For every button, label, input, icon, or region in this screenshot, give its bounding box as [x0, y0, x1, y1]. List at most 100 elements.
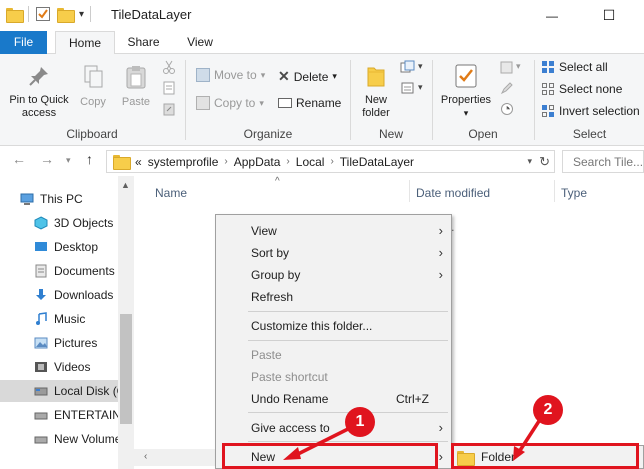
submenu-arrow-icon: ›	[438, 267, 443, 282]
copy-to-icon	[196, 96, 210, 110]
organize-group-label: Organize	[243, 127, 293, 141]
properties-button[interactable]: Properties ▾	[438, 62, 494, 120]
context-menu: View › Sort by › Group by › Refresh Customi…	[215, 214, 452, 469]
new-item-icon[interactable]	[400, 60, 416, 74]
move-to-button[interactable]: Move to ▾	[196, 68, 265, 82]
maximize-button[interactable]: ☐	[586, 0, 632, 31]
scroll-up-icon[interactable]: ▲	[121, 180, 130, 190]
delete-x-icon: ✕	[278, 68, 290, 84]
menu-item-sort-by[interactable]: Sort by ›	[216, 242, 451, 264]
select-all-icon	[542, 61, 554, 73]
breadcrumb-item[interactable]: TileDataLayer	[340, 155, 414, 169]
column-divider[interactable]	[554, 180, 555, 202]
undo-shortcut-text: Ctrl+Z	[396, 392, 429, 406]
history-icon[interactable]	[500, 102, 514, 116]
folder-icon	[6, 7, 24, 23]
breadcrumb-chevron-icon[interactable]: ›	[224, 156, 227, 167]
copy-path-icon[interactable]	[162, 81, 176, 95]
scrollbar-thumb[interactable]	[120, 314, 132, 424]
column-header-type[interactable]: Type	[561, 186, 587, 200]
refresh-icon[interactable]: ↻	[539, 154, 550, 170]
breadcrumb-item[interactable]: Local	[296, 155, 325, 169]
search-box[interactable]: Search Tile...	[562, 150, 644, 173]
menu-item-refresh[interactable]: Refresh	[216, 286, 451, 308]
address-dropdown-icon[interactable]: ▾	[527, 156, 532, 167]
submenu-arrow-icon: ›	[438, 245, 443, 260]
copy-to-button[interactable]: Copy to ▾	[196, 96, 264, 110]
new-folder-label-line2: folder	[362, 107, 390, 119]
menu-item-give-access-to[interactable]: Give access to ›	[216, 417, 451, 439]
easy-access-dropdown-icon[interactable]: ▾	[418, 82, 423, 93]
desktop-icon	[35, 242, 47, 251]
cube-icon	[34, 216, 48, 230]
new-group-label: New	[378, 127, 403, 141]
paste-clipboard-icon	[126, 66, 146, 89]
menu-item-paste: Paste	[251, 348, 282, 362]
paste-label: Paste	[121, 96, 151, 108]
documents-icon	[35, 264, 47, 278]
nav-pane-scrollbar[interactable]: ▲	[118, 176, 134, 469]
submenu-arrow-icon: ›	[438, 449, 443, 464]
properties-check-icon[interactable]	[35, 6, 51, 22]
highlight-new-menu-item	[222, 443, 438, 469]
invert-selection-button[interactable]: Invert selection	[541, 104, 640, 118]
new-folder-icon[interactable]	[57, 7, 75, 23]
menu-item-view[interactable]: View ›	[216, 220, 451, 242]
select-none-button[interactable]: Select none	[541, 82, 622, 96]
edit-icon[interactable]	[500, 81, 514, 95]
column-divider[interactable]	[409, 180, 410, 202]
address-bar[interactable]: « systemprofile › AppData › Local › Tile…	[106, 150, 555, 173]
select-group-label: Select	[572, 127, 607, 141]
copy-icon	[84, 65, 103, 88]
pin-label-line2: access	[21, 107, 57, 119]
sort-caret-icon: ^	[275, 176, 280, 187]
up-arrow-icon[interactable]: ↑	[86, 151, 93, 167]
menu-item-customize-folder[interactable]: Customize this folder...	[216, 315, 451, 337]
select-all-button[interactable]: Select all	[541, 60, 608, 74]
breadcrumb-item[interactable]: systemprofile	[148, 155, 219, 169]
nav-item-local-disk[interactable]: Local Disk (C	[0, 380, 118, 402]
open-group-label: Open	[468, 127, 498, 141]
title-bar: ▾ TileDataLayer — ☐	[0, 0, 644, 31]
pin-icon	[29, 67, 48, 86]
copy-button[interactable]: Copy	[76, 64, 110, 109]
tab-view[interactable]: View	[180, 31, 220, 54]
pin-to-quick-access-button[interactable]: Pin to Quick access	[4, 64, 74, 120]
tab-home[interactable]: Home	[55, 31, 115, 55]
paste-shortcut-icon[interactable]	[162, 102, 176, 116]
delete-button[interactable]: ✕ Delete ▾	[278, 68, 337, 85]
pin-label-line1: Pin to Quick	[9, 94, 69, 106]
breadcrumb-overflow[interactable]: «	[135, 155, 142, 169]
recent-locations-chevron-icon[interactable]: ▾	[66, 155, 71, 166]
navigation-pane: This PC 3D Objects Desktop Documents Dow…	[0, 176, 134, 469]
step-badge-1: 1	[345, 407, 375, 437]
rename-button[interactable]: Rename	[278, 96, 341, 110]
forward-arrow-icon[interactable]: →	[40, 151, 54, 167]
qat-dropdown-icon[interactable]: ▾	[79, 9, 84, 20]
scroll-left-icon[interactable]: ‹	[144, 451, 147, 462]
nav-item-this-pc[interactable]: This PC	[20, 188, 134, 210]
back-arrow-icon[interactable]: ←	[12, 151, 26, 167]
easy-access-icon[interactable]	[400, 81, 416, 95]
menu-item-group-by[interactable]: Group by ›	[216, 264, 451, 286]
column-header-date-modified[interactable]: Date modified	[416, 186, 490, 200]
paste-button[interactable]: Paste	[118, 64, 154, 109]
new-item-dropdown-icon[interactable]: ▾	[418, 61, 423, 72]
open-icon[interactable]	[500, 60, 514, 74]
navigation-bar: ← → ▾ ↑ « systemprofile › AppData › Loca…	[0, 147, 644, 176]
cut-scissors-icon[interactable]	[162, 60, 176, 74]
tab-file[interactable]: File	[0, 31, 47, 54]
new-folder-button[interactable]: New folder	[356, 62, 396, 120]
minimize-button[interactable]: —	[529, 0, 575, 31]
computer-icon	[20, 193, 34, 205]
menu-item-undo-rename[interactable]: Undo Rename Ctrl+Z	[216, 388, 451, 410]
open-dropdown-icon[interactable]: ▾	[516, 61, 521, 72]
new-folder-icon	[367, 67, 385, 87]
properties-dropdown-icon: ▾	[463, 108, 469, 118]
breadcrumb-item[interactable]: AppData	[234, 155, 281, 169]
film-icon	[35, 362, 47, 372]
breadcrumb-chevron-icon[interactable]: ›	[286, 156, 289, 167]
breadcrumb-chevron-icon[interactable]: ›	[330, 156, 333, 167]
tab-share[interactable]: Share	[121, 31, 166, 54]
column-header-name[interactable]: Name	[155, 186, 187, 200]
